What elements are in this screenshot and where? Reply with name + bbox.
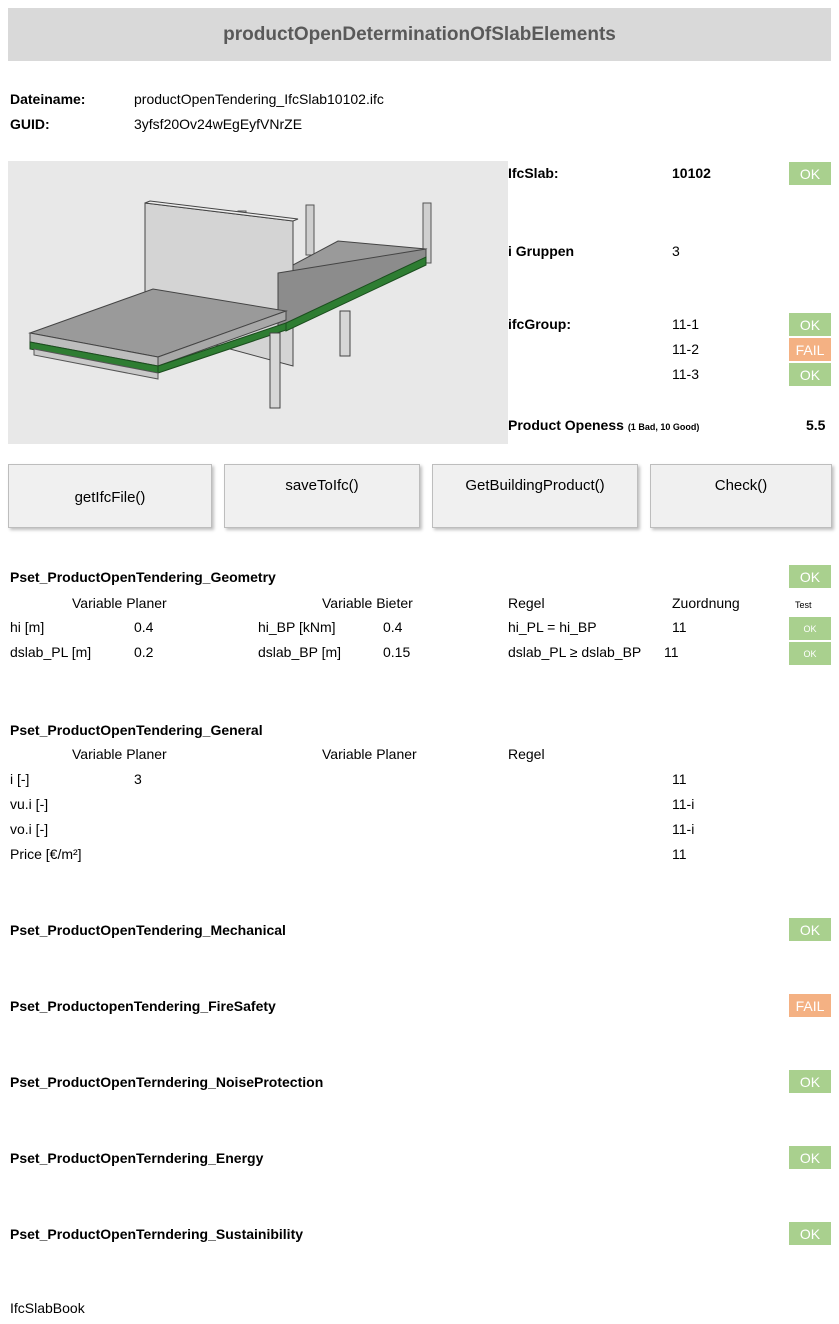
filename-value: productOpenTendering_IfcSlab10102.ifc [134,91,384,107]
geometry-row-1-planer-var: hi [m] [10,619,45,635]
group-1-status-badge: OK [789,313,831,336]
openness-value: 5.5 [806,417,826,433]
geometry-row-2-test-badge: OK [789,642,831,665]
slab-model-image [28,200,432,409]
geometry-row-1-test-badge: OK [789,617,831,640]
geometry-header-zuordnung: Zuordnung [672,595,740,611]
save-to-ifc-button[interactable]: saveToIfc() [224,464,420,528]
filename-label: Dateiname: [10,91,86,107]
geometry-header-bieter: Variable Bieter [322,595,413,611]
check-button-label: Check() [714,477,768,494]
mechanical-status-badge: OK [789,918,831,941]
groups-value: 3 [672,243,680,259]
get-ifc-file-button-label: getIfcFile() [74,489,146,506]
geometry-section-title: Pset_ProductOpenTendering_Geometry [10,569,276,585]
noiseprotection-section-title: Pset_ProductOpenTerndering_NoiseProtecti… [10,1074,324,1090]
geometry-header-regel: Regel [508,595,545,611]
general-row-2-zuordnung: 11-i [672,796,695,812]
general-row-4-var: Price [€/m²] [10,846,82,862]
page-title-text: productOpenDeterminationOfSlabElements [223,23,616,45]
geometry-row-1-regel: hi_PL = hi_BP [508,619,597,635]
general-row-4-zuordnung: 11 [672,846,687,862]
geometry-row-1-zuordnung: 11 [672,619,687,635]
geometry-row-2-bieter-val: 0.15 [383,644,411,660]
get-building-product-button[interactable]: GetBuildingProduct() [432,464,638,528]
geometry-row-2-bieter-var: dslab_BP [m] [258,644,342,660]
general-header-planer-2: Variable Planer [322,746,417,762]
ifcslab-status-badge: OK [789,162,831,185]
mechanical-section-title: Pset_ProductOpenTendering_Mechanical [10,922,286,938]
geometry-row-1-bieter-var: hi_BP [kNm] [258,619,336,635]
check-button[interactable]: Check() [650,464,832,528]
general-row-3-var: vo.i [-] [10,821,49,837]
general-section-title: Pset_ProductOpenTendering_General [10,722,263,738]
energy-status-badge: OK [789,1146,831,1169]
group-id-1: 11-1 [672,316,699,332]
guid-label: GUID: [10,116,50,132]
firesafety-status-badge: FAIL [789,994,831,1017]
groups-label: i Gruppen [508,243,575,259]
geometry-status-badge: OK [789,565,831,588]
sustainibility-status-badge: OK [789,1222,831,1245]
group-id-3: 11-3 [672,366,699,382]
geometry-header-test: Test [795,600,812,610]
geometry-row-2-zuordnung: 11 [664,644,679,660]
get-building-product-button-label: GetBuildingProduct() [465,477,605,494]
noiseprotection-status-badge: OK [789,1070,831,1093]
firesafety-section-title: Pset_ProductopenTendering_FireSafety [10,998,276,1014]
openness-label: Product Openess (1 Bad, 10 Good) [508,417,699,433]
energy-section-title: Pset_ProductOpenTerndering_Energy [10,1150,264,1166]
general-row-2-var: vu.i [-] [10,796,49,812]
ifcgroup-label: ifcGroup: [508,316,571,332]
group-id-2: 11-2 [672,341,699,357]
general-row-1-val: 3 [134,771,142,787]
page-title: productOpenDeterminationOfSlabElements [8,8,831,61]
ifcslab-label: IfcSlab: [508,165,559,181]
general-header-planer: Variable Planer [72,746,167,762]
geometry-header-planer: Variable Planer [72,595,167,611]
openness-label-text: Product Openess [508,417,624,433]
save-to-ifc-button-label: saveToIfc() [285,477,359,494]
general-row-1-zuordnung: 11 [672,771,687,787]
geometry-row-1-bieter-val: 0.4 [383,619,403,635]
sheet-tab-label[interactable]: IfcSlabBook [10,1300,85,1316]
general-header-regel: Regel [508,746,545,762]
guid-value: 3yfsf20Ov24wEgEyfVNrZE [134,116,303,132]
ifcslab-value: 10102 [672,165,711,181]
openness-scale: (1 Bad, 10 Good) [627,422,700,432]
geometry-row-2-planer-val: 0.2 [134,644,154,660]
group-3-status-badge: OK [789,363,831,386]
model-viewer[interactable] [8,161,508,444]
general-row-3-zuordnung: 11-i [672,821,695,837]
geometry-row-1-planer-val: 0.4 [134,619,154,635]
geometry-row-2-regel: dslab_PL ≥ dslab_BP [508,644,642,660]
sustainibility-section-title: Pset_ProductOpenTerndering_Sustainibilit… [10,1226,304,1242]
group-2-status-badge: FAIL [789,338,831,361]
get-ifc-file-button[interactable]: getIfcFile() [8,464,212,528]
general-row-1-var: i [-] [10,771,30,787]
geometry-row-2-planer-var: dslab_PL [m] [10,644,92,660]
